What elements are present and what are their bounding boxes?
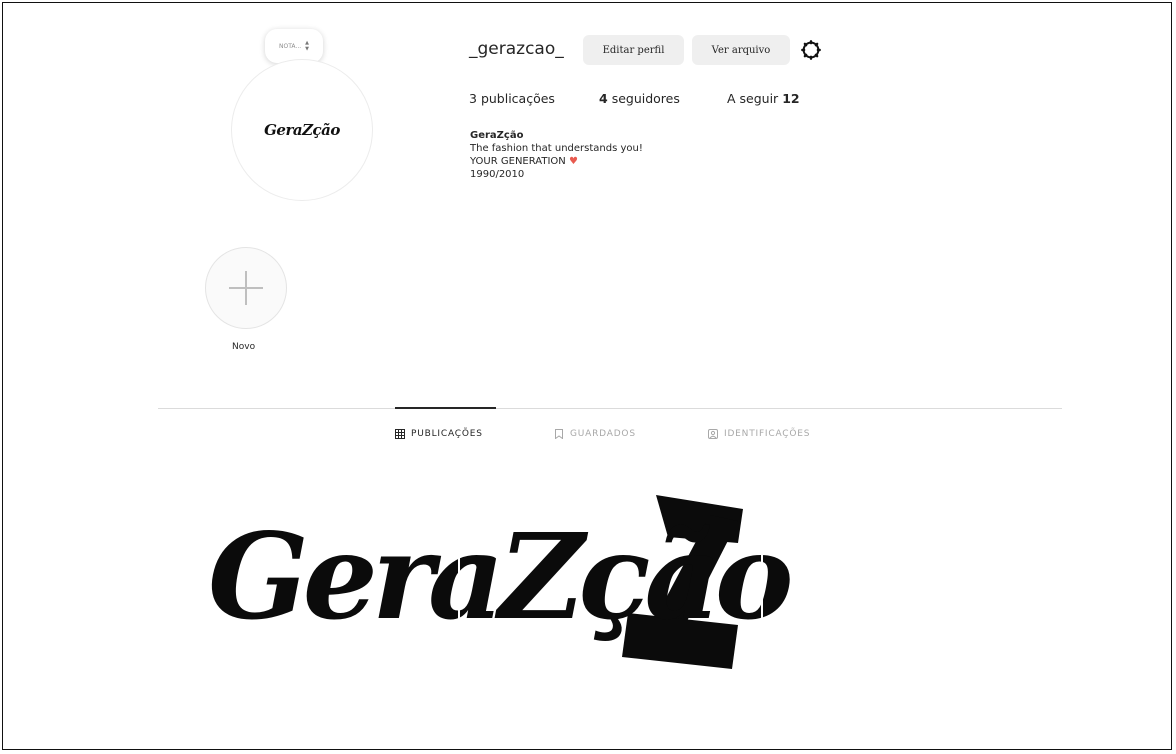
tabs-divider (158, 408, 1062, 409)
active-tab-indicator (395, 407, 496, 409)
bookmark-icon (555, 429, 563, 439)
tab-posts-label: PUBLICAÇÕES (411, 429, 483, 439)
new-highlight-label: Novo (232, 342, 256, 352)
avatar-logo: GeraZção (264, 121, 340, 139)
stat-posts: 3 publicações (469, 91, 555, 106)
bio-name: GeraZção (470, 130, 524, 141)
heart-icon: ♥ (568, 156, 578, 167)
bio-line-generation: YOUR GENERATION ♥ (470, 156, 578, 167)
tab-posts[interactable]: PUBLICAÇÕES (395, 429, 483, 439)
profile-page: NOTA... ▲ ▼ GeraZção _gerazcao_ Editar pe… (2, 2, 1172, 750)
bio-line: 1990/2010 (470, 169, 525, 180)
post-logo-text: GeraZção (208, 507, 790, 646)
tag-user-icon (708, 429, 718, 439)
profile-bio: GeraZção The fashion that understands yo… (470, 129, 643, 181)
plus-icon (229, 271, 263, 305)
new-highlight-button[interactable] (205, 247, 287, 329)
stat-followers[interactable]: 4 seguidores (599, 91, 680, 106)
edit-profile-button[interactable]: Editar perfil (583, 35, 684, 65)
note-stepper-icon: ▲ ▼ (305, 40, 309, 52)
avatar[interactable]: GeraZção (231, 59, 373, 201)
post-image-seam (458, 553, 460, 663)
note-label: NOTA... (279, 42, 302, 50)
settings-gear-icon[interactable] (800, 39, 822, 61)
post-image-seam (761, 553, 763, 663)
note-bubble[interactable]: NOTA... ▲ ▼ (265, 29, 323, 63)
bio-line: The fashion that understands you! (470, 143, 643, 154)
stat-following[interactable]: A seguir 12 (727, 91, 800, 106)
tab-saved-label: GUARDADOS (570, 429, 636, 439)
tab-tagged[interactable]: IDENTIFICAÇÕES (708, 429, 810, 439)
username: _gerazcao_ (469, 39, 564, 59)
grid-icon (395, 429, 405, 439)
post-image-logo[interactable]: GeraZção (198, 473, 1038, 693)
tab-tagged-label: IDENTIFICAÇÕES (724, 429, 811, 439)
view-archive-button[interactable]: Ver arquivo (692, 35, 790, 65)
tab-saved[interactable]: GUARDADOS (554, 429, 636, 439)
